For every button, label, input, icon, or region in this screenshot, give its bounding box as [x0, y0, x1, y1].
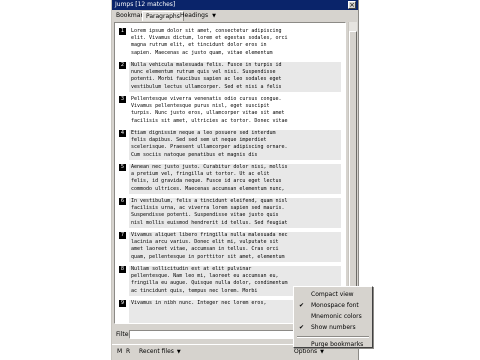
paragraph-line: Lorem ipsum dolor sit amet, consectetur … [131, 28, 282, 34]
menu-item-label: Monospace font [311, 302, 359, 309]
options-menu: Compact view ✔ Monospace font Mnemonic colo… [293, 286, 373, 348]
scrollbar-thumb[interactable] [349, 31, 357, 293]
paragraph-line: Pellentesque viverra venenatis odio curs… [131, 96, 282, 102]
paragraph-line: Nullam sollicitudin est at elit pulvinar [131, 266, 252, 272]
paragraph-line: Etiam dignissim neque a leo posuere sed … [131, 130, 276, 136]
paragraph-line: Suspendisse potenti. Suspendisse vitae j… [131, 212, 279, 219]
list-item[interactable]: 6 In vestibulum, felis a tincidunt eleife… [119, 198, 341, 228]
paragraph-text: Etiam dignissim neque a leo posuere sed … [129, 130, 341, 160]
list-item[interactable]: 7 Vivamus aliquet libero fringilla nulla … [119, 232, 341, 262]
paragraph-line: facilisis sit amet, ultricies ac tortor.… [131, 117, 288, 124]
paragraph-line: nisl mollis euismod hendrerit id tellus.… [131, 219, 288, 226]
menu-item-label: Purge bookmarks [311, 341, 364, 348]
paragraph-number-badge: 1 [119, 28, 126, 35]
list-item[interactable]: 5 Aenean nec justo justo. Curabitur dolor… [119, 164, 341, 194]
chevron-down-icon: ▼ [212, 13, 216, 19]
paragraph-line: scelerisque. Praesent ullamcorper adipis… [131, 144, 288, 151]
paragraph-text: In vestibulum, felis a tincidunt eleifen… [129, 198, 341, 228]
paragraph-line: magna rutrum elit, et tincidunt dolor er… [131, 42, 267, 49]
menu-item[interactable]: Purge bookmarks [294, 340, 372, 350]
paragraph-line: Vivamus aliquet libero fringilla nulla m… [131, 232, 288, 238]
paragraph-line: In vestibulum, felis a tincidunt eleifen… [131, 198, 288, 204]
paragraph-text: Vivamus aliquet libero fringilla nulla m… [129, 232, 341, 262]
paragraph-line: lacinia arcu varius. Donec elit mi, vulp… [131, 239, 279, 246]
menu-item[interactable]: Mnemonic colors [294, 312, 372, 322]
menu-separator [297, 336, 369, 338]
menu-item-label: Compact view [311, 291, 354, 298]
list-item[interactable]: 1 Lorem ipsum dolor sit amet, consectetur… [119, 28, 341, 58]
tab-headings-label: Headings [180, 12, 209, 19]
list-item[interactable]: 3 Pellentesque viverra venenatis odio cur… [119, 96, 341, 126]
paragraph-number-badge: 5 [119, 164, 126, 171]
paragraph-line: Aenean nec justo justo. Curabitur dolor … [131, 164, 288, 170]
paragraph-line: Nulla vehicula malesuada felis. Fusce in… [131, 62, 282, 68]
r-button[interactable]: R [124, 347, 132, 357]
paragraph-number-badge: 3 [119, 96, 126, 103]
checkmark-icon: ✔ [299, 324, 305, 331]
tab-headings[interactable]: Headings ▼ [177, 11, 219, 21]
chevron-down-icon: ▼ [176, 349, 181, 355]
menu-item[interactable]: ✔ Show numbers [294, 323, 372, 333]
menu-item[interactable]: ✔ Monospace font [294, 301, 372, 311]
paragraph-number-badge: 4 [119, 130, 126, 137]
recent-files-button[interactable]: Recent files ▼ [137, 347, 183, 357]
paragraph-line: facilisis urna, ac viverra lorem sapien … [131, 205, 285, 212]
paragraph-line: elit. Vivamus dictum, lorem et egestas s… [131, 35, 288, 42]
paragraph-number-badge: 8 [119, 266, 126, 273]
title-bar[interactable]: Jumps [12 matches] × [112, 0, 358, 10]
list-item[interactable]: 4 Etiam dignissim neque a leo posuere sed… [119, 130, 341, 160]
menu-item[interactable]: Compact view [294, 290, 372, 300]
paragraph-text: Pellentesque viverra venenatis odio curs… [129, 96, 341, 126]
list-item[interactable]: 2 Nulla vehicula malesuada felis. Fusce i… [119, 62, 341, 92]
paragraph-text: Nulla vehicula malesuada felis. Fusce in… [129, 62, 341, 92]
checkmark-icon: ✔ [299, 302, 305, 309]
paragraph-line: felis dapibus. Sed sed sem ut neque impe… [131, 137, 267, 144]
paragraph-number-badge: 7 [119, 232, 126, 239]
paragraph-line: a pretium vel, fringilla ut tortor. Ut a… [131, 171, 270, 178]
vertical-scrollbar[interactable] [348, 22, 357, 324]
paragraph-line: pellentesque. Nam leo mi, laoreet eu acc… [131, 273, 279, 280]
paragraph-text: Aenean nec justo justo. Curabitur dolor … [129, 164, 341, 194]
paragraph-line: commodo ultrices. Maecenas accumsan elem… [131, 185, 285, 192]
recent-files-label: Recent files [139, 348, 174, 355]
paragraph-list[interactable]: 1 Lorem ipsum dolor sit amet, consectetur… [114, 22, 346, 324]
paragraph-line: turpis. Nunc justo eros, ullamcorper vit… [131, 110, 285, 117]
paragraph-line: sapien. Maecenas ac justo quam, vitae el… [131, 49, 273, 56]
paragraph-text: Lorem ipsum dolor sit amet, consectetur … [129, 28, 341, 58]
tab-strip: Bookmarks Paragraphs Headings ▼ [112, 11, 358, 21]
close-icon[interactable]: × [348, 1, 356, 9]
window-title: Jumps [12 matches] [115, 1, 176, 8]
menu-item-label: Show numbers [311, 324, 356, 331]
menu-item-label: Mnemonic colors [311, 313, 362, 320]
paragraph-line: potenti. Morbi faucibus sapien ac leo so… [131, 76, 282, 83]
paragraph-line: Vivamus pellentesque purus nisl, eget su… [131, 103, 270, 110]
paragraph-line: felis, id gravida neque. Fusce id arcu e… [131, 178, 282, 185]
paragraph-line: amet laoreet vitae, accumsan in tellus. … [131, 246, 279, 253]
paragraph-line: quam, pellentesque in porttitor sit amet… [131, 253, 285, 260]
paragraph-number-badge: 9 [119, 300, 126, 307]
paragraph-line: Cum sociis natoque penatibus et magnis d… [131, 151, 258, 158]
paragraph-number-badge: 6 [119, 198, 126, 205]
paragraph-line: nunc elementum rutrum quis vel nisi. Sus… [131, 69, 276, 76]
m-button[interactable]: M [115, 347, 124, 357]
paragraph-number-badge: 2 [119, 62, 126, 69]
paragraph-line: vestibulum lectus ullamcorper. Sed et ni… [131, 83, 282, 90]
